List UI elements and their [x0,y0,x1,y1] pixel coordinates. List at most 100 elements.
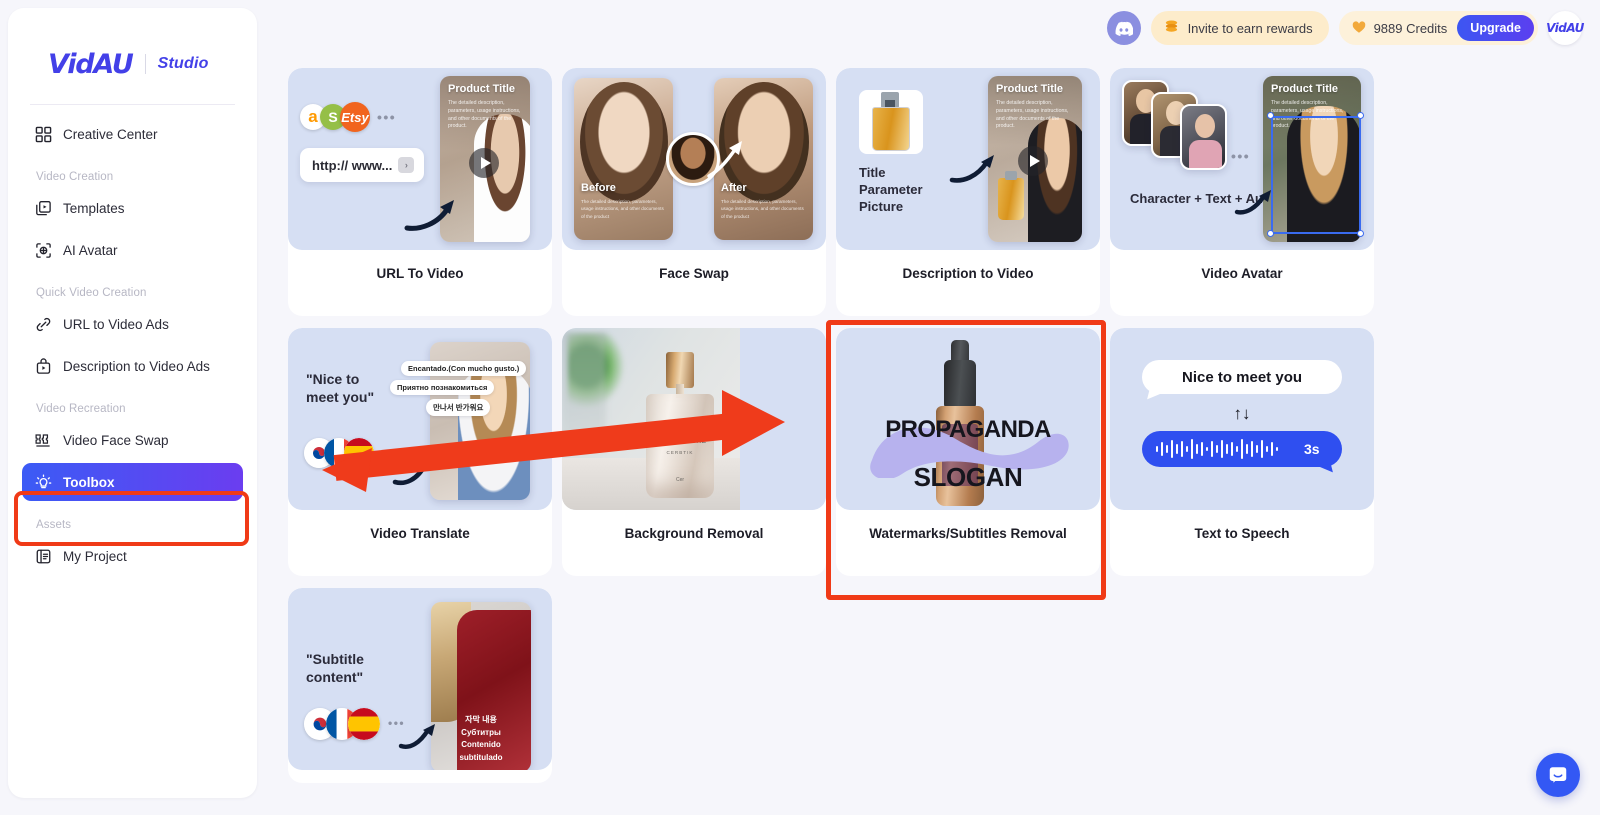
curved-arrow-icon [404,200,454,231]
tool-card-grid: Product Title The detailed description, … [288,68,1588,783]
card-label: URL To Video [376,266,464,281]
card-thumbnail: ••• Character + Text + Audio Product Tit… [1110,68,1374,250]
phone-subtitle: The detailed description, parameters, us… [996,100,1069,130]
curved-arrow-icon [398,724,435,749]
selection-handle-br[interactable] [1357,230,1364,237]
phone-title: Product Title [1271,83,1339,95]
card-thumbnail: CCCUSIATORE CERBTIK Cer [562,328,826,510]
sidebar-item-description-to-video-ads[interactable]: Description to Video Ads [22,347,243,385]
sidebar-item-my-project[interactable]: My Project [22,537,243,575]
speech-phrase: Nice to meet you [1181,368,1303,386]
audio-bubble: 3s [1142,431,1342,476]
phone-mockup: 자막 내용 Субтитры Contenido subtitulado [431,602,531,770]
coins-icon [1163,18,1180,38]
card-label: Face Swap [659,266,729,281]
card-thumbnail: Before The detailed description, paramet… [562,68,826,250]
card-watermarks-subtitles-removal[interactable]: PROPAGANDA SLOGAN Watermarks/Subtitles R… [836,328,1100,576]
subtitle-overlay: 자막 내용 Субтитры Contenido subtitulado [459,715,503,762]
sidebar-group-video-creation: Video Creation [36,171,114,183]
sidebar-item-label: AI Avatar [63,242,118,258]
avatar[interactable]: VidAU [1546,11,1584,45]
avatar-thumb-3 [1180,104,1227,170]
card-label: Video Avatar [1201,266,1283,281]
sidebar-group-assets: Assets [36,519,72,531]
card-face-swap[interactable]: Before The detailed description, paramet… [562,68,826,316]
sidebar-item-url-to-video-ads[interactable]: URL to Video Ads [22,305,243,343]
phone-title: Product Title [996,83,1064,95]
selection-handle-bl[interactable] [1267,230,1274,237]
templates-icon [34,199,52,217]
chat-launcher-button[interactable] [1536,753,1580,797]
bottle-brand: CCCUSIATORE [653,438,707,445]
card-background-removal[interactable]: CCCUSIATORE CERBTIK Cer Background Remov… [562,328,826,576]
sidebar-item-label: My Project [63,548,127,564]
url-input-mock: http:// www... › [300,148,424,182]
dropper-cap [944,360,976,410]
translate-bubble-ru: Приятно познакомиться [390,380,495,395]
selection-handle-tl[interactable] [1267,112,1274,119]
card-thumbnail: Product Title The detailed description, … [288,68,552,250]
invite-to-earn-rewards-button[interactable]: Invite to earn rewards [1150,11,1329,45]
product-image-mock [859,90,923,154]
sidebar-item-templates[interactable]: Templates [22,189,243,227]
translate-bubble-ko: 만나서 반가워요 [426,399,491,416]
before-label: Before [581,182,616,194]
diamond-icon [1351,19,1367,38]
card-label: Video Translate [370,526,470,541]
grid-icon [34,125,52,143]
selection-handle-tr[interactable] [1357,112,1364,119]
more-dots: ••• [377,109,397,125]
studio-label: Studio [157,55,209,72]
sidebar-item-label: Video Face Swap [63,432,169,448]
removed-background [740,328,826,510]
card-thumbnail: Nice to meet you ↑↓ 3s [1110,328,1374,510]
after-label: After [721,182,747,194]
card-thumbnail: PROPAGANDA SLOGAN [836,328,1100,510]
curved-arrow-icon [392,458,432,486]
card-description-to-video[interactable]: Title Parameter Picture Product Title Th… [836,68,1100,316]
bottle-body: CCCUSIATORE CERBTIK Cer [646,394,714,498]
watermark-line-2: SLOGAN [913,462,1023,492]
play-icon [469,148,499,178]
translate-bubble-es: Encantado.(Con mucho gusto.) [401,361,527,376]
subtitle-quote: "Subtitle content" [306,651,364,686]
card-text-to-speech[interactable]: Nice to meet you ↑↓ 3s Text to Speech [1110,328,1374,576]
card-video-translate[interactable]: "Nice to meet you" Encantado.(Con mucho … [288,328,552,576]
discord-icon[interactable] [1106,11,1141,45]
card-thumbnail: "Nice to meet you" Encantado.(Con mucho … [288,328,552,510]
swap-arrow-icon [707,141,742,178]
credits-label: 9889 Credits [1373,20,1448,36]
before-face: Before The detailed description, paramet… [574,78,673,240]
bottle-small-text: Cer [675,477,685,483]
sidebar-item-ai-avatar[interactable]: AI Avatar [22,231,243,269]
project-icon [34,547,52,565]
card-video-avatar[interactable]: ••• Character + Text + Audio Product Tit… [1110,68,1374,316]
waveform-icon [1156,439,1278,459]
card-subtitle-translate[interactable]: "Subtitle content" ••• 자막 내용 Субтитры Co… [288,588,552,783]
speech-text-bubble: Nice to meet you [1142,360,1342,403]
more-dots: ••• [1231,148,1251,164]
sidebar: VidAU Studio Creative Center Video Creat… [8,8,257,798]
phone-title: Product Title [448,83,516,95]
sidebar-item-creative-center[interactable]: Creative Center [22,115,243,153]
brand[interactable]: VidAU Studio [8,8,257,90]
selection-box[interactable] [1271,116,1361,234]
face-swap-icon [34,431,52,449]
card-url-to-video[interactable]: Product Title The detailed description, … [288,68,552,316]
sidebar-group-quick-video-creation: Quick Video Creation [36,287,147,299]
sidebar-item-label: Description to Video Ads [63,358,210,374]
card-label: Description to Video [902,266,1034,281]
sidebar-item-label: Toolbox [63,474,115,490]
flag-es-chip [344,438,374,468]
watermark-line-1: PROPAGANDA [885,416,1051,443]
ai-avatar-icon [34,241,52,259]
upgrade-button[interactable]: Upgrade [1457,15,1534,41]
chat-bubble-icon [1549,767,1567,783]
card-label: Watermarks/Subtitles Removal [869,526,1067,541]
sidebar-item-video-face-swap[interactable]: Video Face Swap [22,421,243,459]
source-quote: "Nice to meet you" [306,371,375,406]
sidebar-item-toolbox[interactable]: Toolbox [22,463,243,501]
top-header: Invite to earn rewards 9889 Credits Upgr… [1106,11,1584,45]
curved-arrow-icon [949,155,994,183]
card-thumbnail: Title Parameter Picture Product Title Th… [836,68,1100,250]
